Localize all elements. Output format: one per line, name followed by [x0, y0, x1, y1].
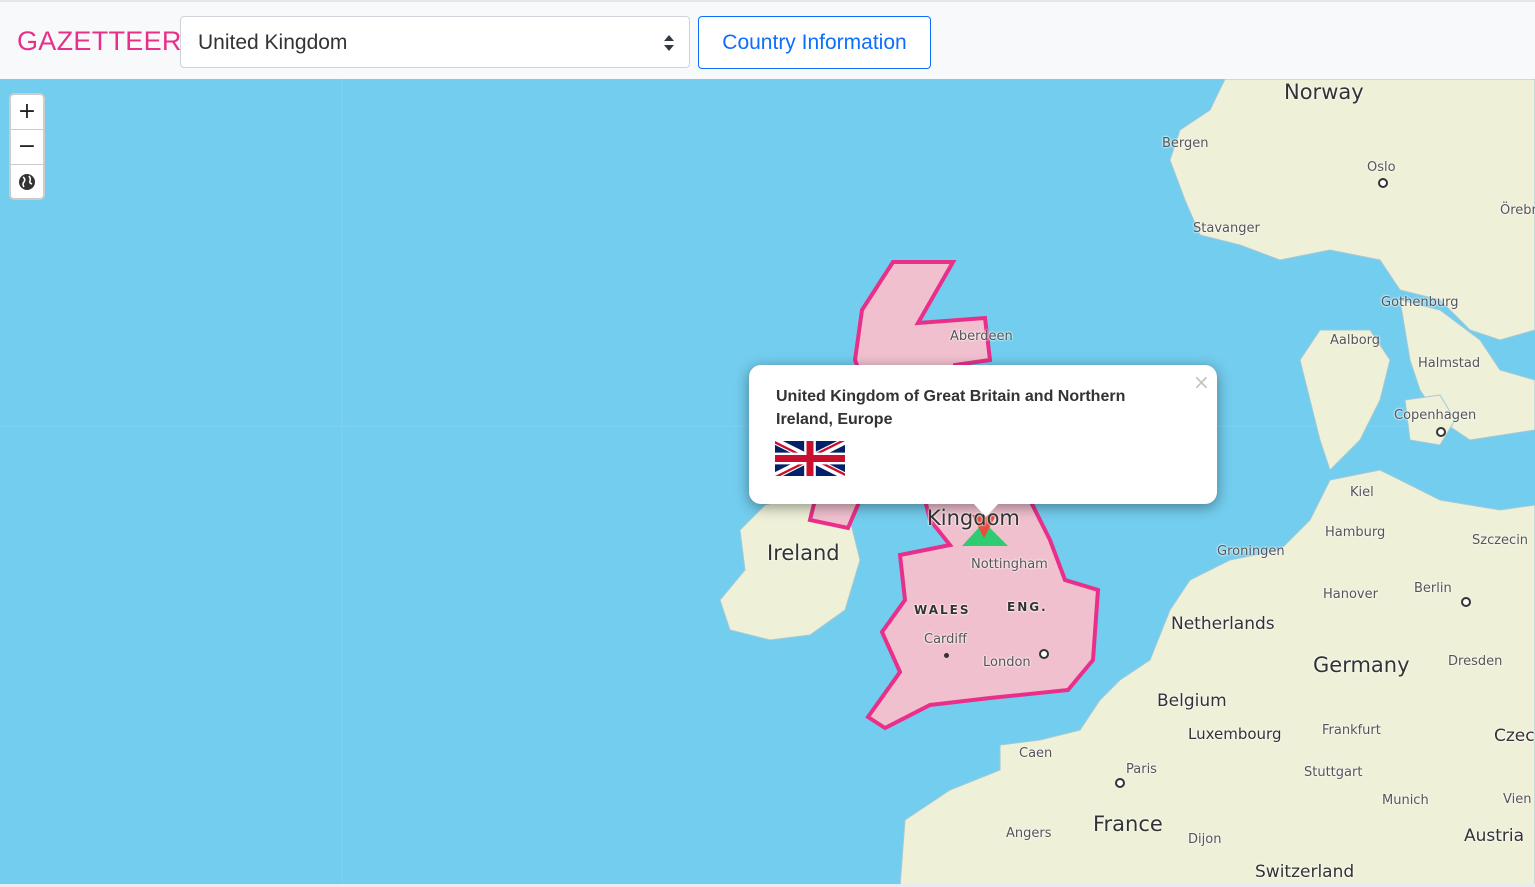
denmark-land: [1299, 329, 1391, 471]
berlin-dot: [1461, 597, 1471, 607]
label-groningen: Groningen: [1217, 544, 1285, 559]
label-nottingham: Nottingham: [971, 557, 1048, 572]
country-information-button[interactable]: Country Information: [698, 16, 931, 69]
popup-close-button[interactable]: ×: [1193, 370, 1210, 394]
label-vienna: Vien: [1503, 792, 1532, 807]
oslo-dot: [1378, 178, 1388, 188]
country-select-value: United Kingdom: [198, 31, 348, 54]
country-select[interactable]: United Kingdom: [180, 16, 690, 68]
globe-icon: [19, 174, 35, 190]
label-stuttgart: Stuttgart: [1304, 765, 1363, 780]
zoom-in-button[interactable]: +: [11, 95, 43, 130]
label-germany: Germany: [1313, 653, 1410, 677]
label-hanover: Hanover: [1323, 587, 1378, 602]
label-england: ENG.: [1007, 600, 1048, 614]
globe-button[interactable]: [11, 165, 43, 199]
paris-dot: [1115, 778, 1125, 788]
label-frankfurt: Frankfurt: [1322, 723, 1381, 738]
label-ireland: Ireland: [767, 541, 840, 565]
label-szczecin: Szczecin: [1472, 533, 1529, 548]
label-czech: Czec: [1494, 726, 1535, 746]
label-belgium: Belgium: [1157, 691, 1227, 711]
label-austria: Austria: [1464, 826, 1525, 846]
label-london: London: [983, 655, 1031, 670]
label-luxembourg: Luxembourg: [1188, 725, 1282, 743]
label-hamburg: Hamburg: [1325, 525, 1386, 540]
cardiff-dot: [944, 653, 949, 658]
label-wales: WALES: [914, 603, 971, 617]
brand-title[interactable]: GAZETTEER: [17, 26, 182, 57]
label-france: France: [1093, 812, 1163, 836]
label-paris: Paris: [1126, 762, 1157, 777]
scandinavia-land: [1169, 79, 1535, 341]
label-caen: Caen: [1019, 746, 1053, 761]
label-bergen: Bergen: [1162, 136, 1209, 151]
label-switzerland: Switzerland: [1255, 862, 1355, 882]
label-orebro: Örebr: [1500, 203, 1535, 218]
select-arrows-icon: [664, 35, 674, 51]
label-dresden: Dresden: [1448, 654, 1503, 669]
label-norway: Norway: [1284, 80, 1364, 104]
popup-country-title: United Kingdom of Great Britain and Nort…: [776, 388, 1126, 428]
copenhagen-dot: [1436, 427, 1446, 437]
label-halmstad: Halmstad: [1418, 356, 1481, 371]
london-dot: [1039, 649, 1049, 659]
label-oslo: Oslo: [1367, 160, 1396, 175]
label-dijon: Dijon: [1188, 832, 1222, 847]
label-munich: Munich: [1382, 793, 1429, 808]
label-kiel: Kiel: [1350, 485, 1374, 500]
label-aberdeen: Aberdeen: [950, 329, 1013, 344]
label-copenhagen: Copenhagen: [1394, 408, 1477, 423]
zoom-control: + −: [9, 93, 45, 200]
label-angers: Angers: [1006, 826, 1052, 841]
label-gothenburg: Gothenburg: [1381, 295, 1459, 310]
union-jack-flag-icon: [775, 441, 845, 476]
navbar: GAZETTEER United Kingdom Country Informa…: [0, 0, 1535, 79]
label-netherlands: Netherlands: [1171, 614, 1275, 634]
label-aalborg: Aalborg: [1330, 333, 1381, 348]
label-stavanger: Stavanger: [1193, 221, 1260, 236]
label-cardiff: Cardiff: [924, 632, 967, 647]
zoom-out-button[interactable]: −: [11, 130, 43, 165]
label-berlin: Berlin: [1414, 581, 1452, 596]
popup-tip: [973, 503, 999, 517]
